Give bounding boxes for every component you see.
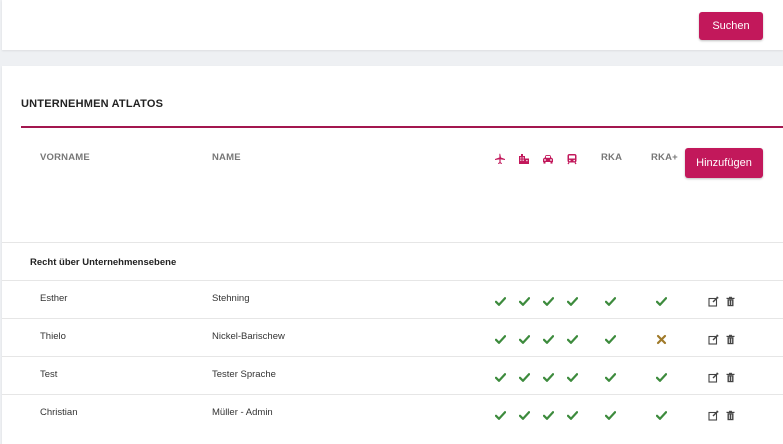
- check-icon: [566, 408, 579, 420]
- edit-icon[interactable]: [708, 408, 719, 421]
- cell-last-name: Müller - Admin: [212, 407, 273, 418]
- search-panel: Suchen: [2, 0, 783, 50]
- search-button[interactable]: Suchen: [699, 12, 763, 40]
- delete-icon[interactable]: [725, 294, 736, 307]
- delete-icon[interactable]: [725, 332, 736, 345]
- check-icon: [518, 332, 531, 344]
- check-icon: [542, 408, 555, 420]
- edit-icon[interactable]: [708, 332, 719, 345]
- cross-icon: [656, 332, 667, 345]
- row-divider: [2, 394, 783, 395]
- hotel-icon: [519, 154, 529, 164]
- check-icon: [542, 332, 555, 344]
- cell-first-name: Thielo: [40, 331, 66, 342]
- row-divider: [2, 280, 783, 281]
- add-button[interactable]: Hinzufügen: [685, 148, 763, 178]
- plane-icon: [495, 153, 505, 164]
- row-divider: [2, 242, 783, 243]
- check-icon: [604, 332, 617, 344]
- delete-icon[interactable]: [725, 370, 736, 383]
- check-icon: [655, 370, 668, 382]
- train-icon: [567, 154, 577, 165]
- column-header-rka: RKA: [601, 152, 623, 163]
- edit-icon[interactable]: [708, 294, 719, 307]
- edit-icon[interactable]: [708, 370, 719, 383]
- cell-last-name: Stehning: [212, 293, 250, 304]
- car-icon: [543, 155, 553, 164]
- delete-icon[interactable]: [725, 408, 736, 421]
- check-icon: [604, 294, 617, 306]
- section-title: UNTERNEHMEN ATLATOS: [21, 98, 164, 110]
- check-icon: [542, 294, 555, 306]
- check-icon: [518, 294, 531, 306]
- title-divider: [21, 126, 783, 128]
- check-icon: [566, 332, 579, 344]
- row-divider: [2, 318, 783, 319]
- check-icon: [518, 408, 531, 420]
- check-icon: [494, 408, 507, 420]
- check-icon: [604, 408, 617, 420]
- column-header-last-name: NAME: [212, 152, 241, 163]
- check-icon: [542, 370, 555, 382]
- cell-first-name: Christian: [40, 407, 78, 418]
- check-icon: [655, 294, 668, 306]
- check-icon: [655, 408, 668, 420]
- group-label: Recht über Unternehmensebene: [30, 257, 177, 268]
- cell-first-name: Test: [40, 369, 58, 380]
- row-divider: [2, 356, 783, 357]
- check-icon: [566, 370, 579, 382]
- cell-first-name: Esther: [40, 293, 68, 304]
- column-header-rka-plus: RKA+: [651, 152, 678, 163]
- check-icon: [566, 294, 579, 306]
- column-header-first-name: VORNAME: [40, 152, 90, 163]
- check-icon: [494, 294, 507, 306]
- check-icon: [518, 370, 531, 382]
- check-icon: [494, 332, 507, 344]
- cell-last-name: Nickel-Barischew: [212, 331, 285, 342]
- cell-last-name: Tester Sprache: [212, 369, 276, 380]
- check-icon: [604, 370, 617, 382]
- company-panel: UNTERNEHMEN ATLATOS Hinzufügen: [2, 66, 783, 444]
- check-icon: [494, 370, 507, 382]
